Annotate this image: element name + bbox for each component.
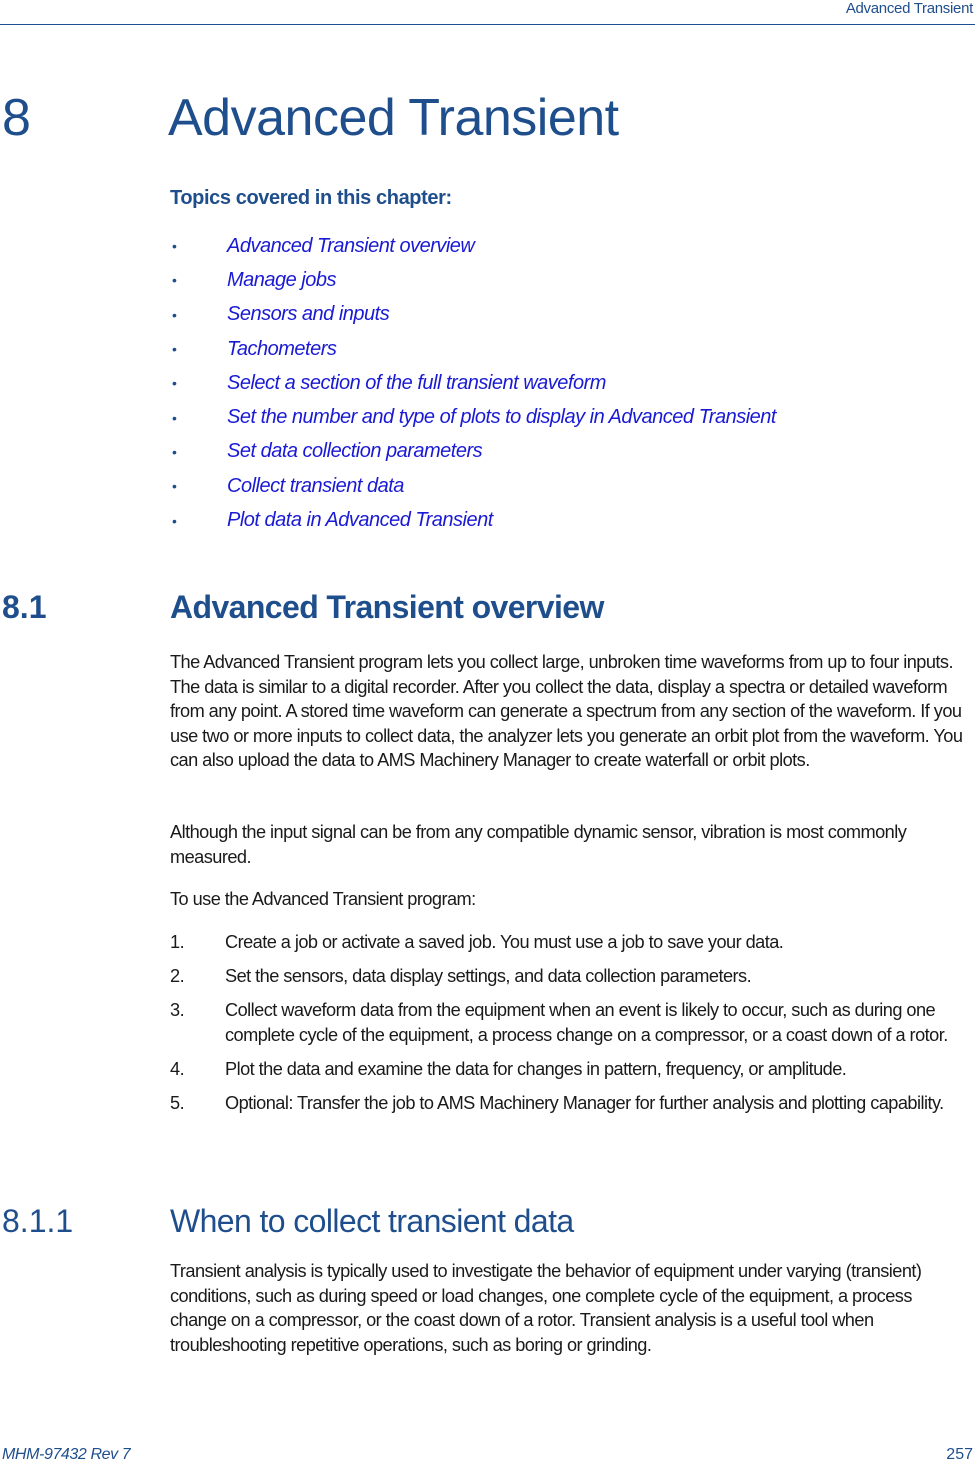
step-item: 3. Collect waveform data from the equipme…	[170, 998, 970, 1047]
topic-item: • Tachometers	[170, 332, 776, 366]
topic-item: • Manage jobs	[170, 263, 776, 297]
overview-paragraph: The Advanced Transient program lets you …	[170, 652, 963, 771]
topics-heading: Topics covered in this chapter:	[170, 187, 452, 209]
transient-paragraph-block: Transient analysis is typically used to …	[170, 1259, 970, 1357]
topic-item: • Advanced Transient overview	[170, 229, 776, 263]
topic-item: • Plot data in Advanced Transient	[170, 503, 776, 537]
topic-link-select-section[interactable]: Select a section of the full transient w…	[227, 372, 606, 395]
transient-paragraph: Transient analysis is typically used to …	[170, 1261, 922, 1355]
footer-document-id: MHM-97432 Rev 7	[2, 1446, 131, 1463]
bullet-icon: •	[172, 306, 177, 323]
bullet-icon: •	[172, 409, 177, 426]
step-number: 1.	[170, 932, 185, 952]
step-text: Collect waveform data from the equipment…	[225, 1000, 948, 1045]
bullet-icon: •	[172, 478, 177, 495]
topic-item: • Sensors and inputs	[170, 298, 776, 332]
chapter-number: 8	[2, 89, 31, 147]
topic-link-tachometers[interactable]: Tachometers	[227, 338, 337, 361]
topic-link-manage-jobs[interactable]: Manage jobs	[227, 269, 337, 292]
topic-link-overview[interactable]: Advanced Transient overview	[227, 235, 475, 258]
steps-intro-block: To use the Advanced Transient program:	[170, 887, 970, 912]
subsection-number: 8.1.1	[2, 1203, 74, 1239]
step-number: 3.	[170, 1000, 185, 1021]
step-text: Create a job or activate a saved job. Yo…	[225, 932, 784, 952]
topic-item: • Select a section of the full transient …	[170, 366, 776, 400]
topics-list: • Advanced Transient overview • Manage job…	[170, 229, 776, 538]
topic-item: • Set data collection parameters	[170, 435, 776, 469]
steps-intro: To use the Advanced Transient program:	[170, 889, 476, 909]
step-number: 5.	[170, 1092, 185, 1113]
step-text: Plot the data and examine the data for c…	[225, 1058, 847, 1079]
step-text: Optional: Transfer the job to AMS Machin…	[225, 1092, 944, 1113]
steps-list: 1. Create a job or activate a saved job. …	[170, 930, 970, 1125]
bullet-icon: •	[172, 272, 177, 289]
running-header: Advanced Transient	[845, 0, 973, 17]
topic-link-plots-display[interactable]: Set the number and type of plots to disp…	[227, 406, 776, 429]
step-item: 4. Plot the data and examine the data for…	[170, 1057, 970, 1082]
step-number: 4.	[170, 1058, 185, 1079]
topic-link-collection-params[interactable]: Set data collection parameters	[227, 440, 483, 463]
bullet-icon: •	[172, 375, 177, 392]
section-title: Advanced Transient overview	[170, 589, 604, 625]
step-item: 2. Set the sensors, data display settings…	[170, 964, 970, 989]
bullet-icon: •	[172, 238, 177, 255]
step-item: 1. Create a job or activate a saved job. …	[170, 930, 970, 955]
chapter-title: Advanced Transient	[168, 89, 619, 147]
topic-link-plot-data[interactable]: Plot data in Advanced Transient	[227, 509, 493, 532]
overview-paragraph-block: The Advanced Transient program lets you …	[170, 650, 970, 773]
sensor-paragraph-block: Although the input signal can be from an…	[170, 820, 970, 869]
topic-item: • Set the number and type of plots to dis…	[170, 400, 776, 434]
section-number: 8.1	[2, 589, 47, 625]
sensor-paragraph: Although the input signal can be from an…	[170, 822, 907, 867]
step-text: Set the sensors, data display settings, …	[225, 966, 752, 987]
footer-page-number: 257	[946, 1446, 973, 1463]
step-item: 5. Optional: Transfer the job to AMS Mach…	[170, 1091, 970, 1116]
subsection-title: When to collect transient data	[170, 1203, 574, 1239]
topic-item: • Collect transient data	[170, 469, 776, 503]
bullet-icon: •	[172, 443, 177, 460]
topic-link-sensors-inputs[interactable]: Sensors and inputs	[227, 303, 390, 326]
step-number: 2.	[170, 966, 185, 987]
bullet-icon: •	[172, 512, 177, 529]
bullet-icon: •	[172, 341, 177, 358]
topic-link-collect-data[interactable]: Collect transient data	[227, 475, 404, 498]
header-divider	[0, 24, 975, 25]
